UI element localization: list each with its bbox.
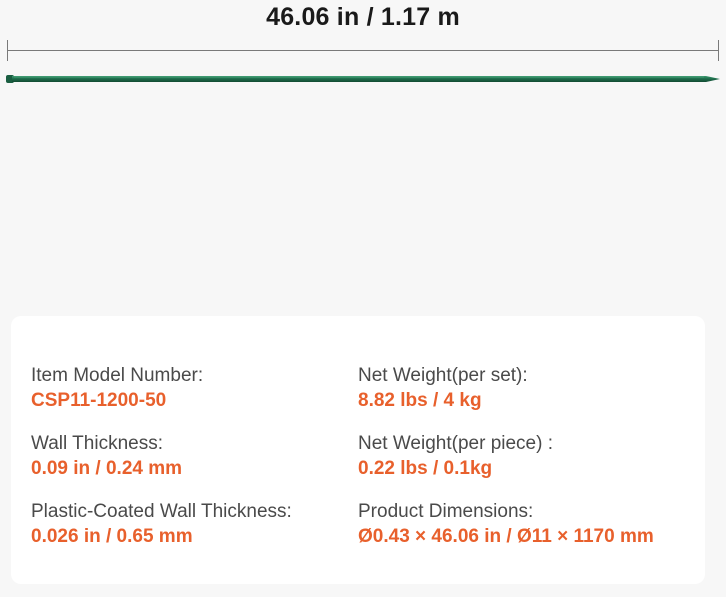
- spec-label: Plastic-Coated Wall Thickness:: [31, 501, 292, 522]
- spec-column-left: Item Model Number: CSP11-1200-50 Wall Th…: [31, 364, 292, 568]
- garden-stake-image: [6, 75, 720, 83]
- product-spec-page: 46.06 in / 1.17 m Item Model Number: CSP…: [0, 0, 726, 597]
- length-dimension-label: 46.06 in / 1.17 m: [266, 3, 460, 31]
- spec-card: Item Model Number: CSP11-1200-50 Wall Th…: [11, 316, 705, 584]
- spec-item-net-weight-piece: Net Weight(per piece) : 0.22 lbs / 0.1kg: [358, 432, 654, 500]
- spec-label: Product Dimensions:: [358, 501, 534, 522]
- spec-value: CSP11-1200-50: [31, 390, 167, 411]
- spec-label: Net Weight(per piece) :: [358, 433, 554, 454]
- spec-value: 0.09 in / 0.24 mm: [31, 458, 183, 479]
- measure-line: [7, 50, 719, 51]
- spec-label: Item Model Number:: [31, 365, 204, 386]
- spec-item-product-dimensions: Product Dimensions: Ø0.43 × 46.06 in / Ø…: [358, 500, 654, 568]
- spec-item-model-number: Item Model Number: CSP11-1200-50: [31, 364, 292, 432]
- spec-label: Net Weight(per set):: [358, 365, 528, 386]
- spec-value: Ø0.43 × 46.06 in / Ø11 × 1170 mm: [358, 526, 654, 547]
- spec-item-net-weight-set: Net Weight(per set): 8.82 lbs / 4 kg: [358, 364, 654, 432]
- spec-value: 8.82 lbs / 4 kg: [358, 390, 482, 411]
- spec-item-wall-thickness: Wall Thickness: 0.09 in / 0.24 mm: [31, 432, 292, 500]
- spec-column-right: Net Weight(per set): 8.82 lbs / 4 kg Net…: [358, 364, 654, 568]
- spec-label: Wall Thickness:: [31, 433, 163, 454]
- spec-item-coated-wall-thickness: Plastic-Coated Wall Thickness: 0.026 in …: [31, 500, 292, 568]
- spec-value: 0.22 lbs / 0.1kg: [358, 458, 493, 479]
- measure-tick-right: [718, 40, 719, 61]
- spec-value: 0.026 in / 0.65 mm: [31, 526, 193, 547]
